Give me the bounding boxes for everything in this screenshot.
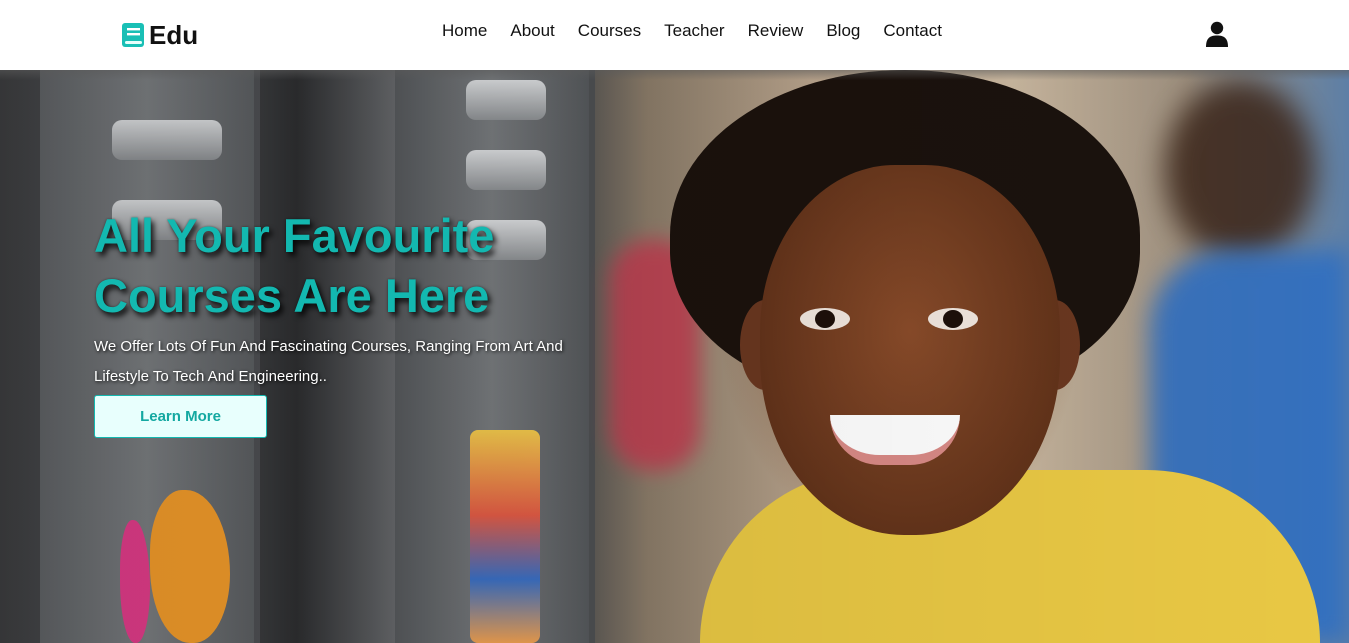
nav-item-about[interactable]: About xyxy=(510,18,554,44)
hero-description: We Offer Lots Of Fun And Fascinating Cou… xyxy=(94,338,563,385)
hero-title: All Your Favourite Courses Are Here xyxy=(94,209,495,322)
hero-section: All Your Favourite Courses Are Here We O… xyxy=(0,70,1349,643)
hero-content: All Your Favourite Courses Are Here We O… xyxy=(94,206,614,438)
header-shadow xyxy=(0,70,1349,80)
logo-text: Edu xyxy=(149,20,199,50)
nav-item-contact[interactable]: Contact xyxy=(883,18,942,44)
nav-item-review[interactable]: Review xyxy=(748,18,804,44)
nav-item-blog[interactable]: Blog xyxy=(826,18,860,44)
main-nav: Home About Courses Teacher Review Blog C… xyxy=(442,18,942,44)
site-header: Edu Home About Courses Teacher Review Bl… xyxy=(0,0,1349,70)
logo-link[interactable]: Edu xyxy=(121,20,198,50)
nav-item-teacher[interactable]: Teacher xyxy=(664,18,724,44)
learn-more-button[interactable]: Learn More xyxy=(94,395,267,438)
nav-item-courses[interactable]: Courses xyxy=(578,18,641,44)
user-icon[interactable] xyxy=(1205,21,1229,47)
nav-item-home[interactable]: Home xyxy=(442,18,487,44)
book-icon xyxy=(122,23,144,47)
